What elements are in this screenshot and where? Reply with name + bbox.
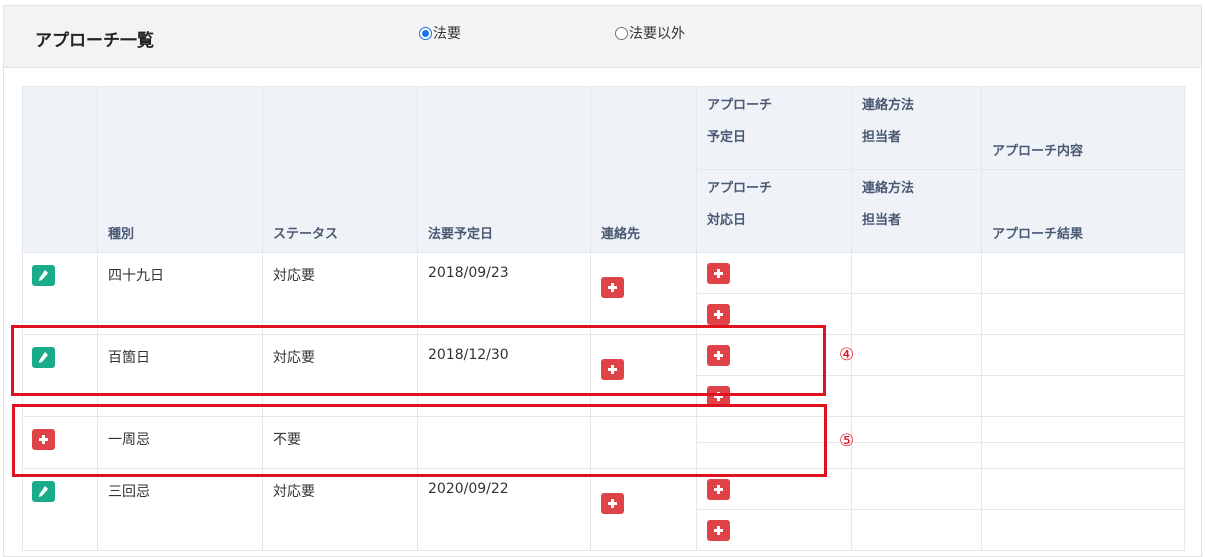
status-cell: 対応要	[262, 468, 418, 551]
page-title: アプローチ一覧	[35, 31, 154, 51]
col-contact: 連絡先	[590, 86, 697, 253]
method-cell	[851, 509, 982, 551]
action-cell	[22, 468, 98, 551]
method-cell	[851, 442, 982, 469]
add-approach-button[interactable]	[707, 479, 730, 500]
col-status: ステータス	[262, 86, 418, 253]
add-contact-button[interactable]	[601, 493, 624, 514]
col-action	[22, 86, 98, 253]
radio-houyou[interactable]: 法要	[419, 23, 461, 43]
date-cell: 2020/09/22	[417, 468, 591, 551]
col-approach-result: アプローチ結果	[981, 169, 1185, 253]
edit-button[interactable]	[32, 265, 55, 286]
col-approach-content: アプローチ内容	[981, 86, 1185, 170]
result-cell	[981, 375, 1185, 417]
col-approach-done: アプローチ 対応日	[696, 169, 852, 253]
add-approach-button[interactable]	[707, 304, 730, 325]
highlight-box-5	[12, 404, 827, 477]
col-method-top: 連絡方法 担当者	[851, 86, 982, 170]
radio-other[interactable]: 法要以外	[615, 23, 685, 43]
approach-done-cell	[696, 509, 852, 551]
radio-selected-icon[interactable]	[419, 26, 432, 40]
pencil-icon	[39, 270, 48, 281]
pencil-icon	[39, 486, 48, 497]
approach-planned-cell	[696, 252, 852, 294]
radio-unselected-icon[interactable]	[615, 26, 628, 40]
approach-table: 種別 ステータス 法要予定日 連絡先 アプローチ 予定日 連絡方法 担当者 アプ…	[22, 86, 1185, 551]
table-row: 四十九日 対応要 2018/09/23	[22, 252, 1185, 335]
method-cell	[851, 468, 982, 510]
highlight-box-4	[11, 325, 826, 396]
marker-4: ④	[839, 345, 855, 365]
panel-header: アプローチ一覧 法要 法要以外	[4, 6, 1201, 68]
marker-5: ⑤	[839, 431, 855, 451]
col-kind: 種別	[97, 86, 263, 253]
method-cell	[851, 375, 982, 417]
kind-cell: 三回忌	[97, 468, 263, 551]
content-cell	[981, 468, 1185, 510]
method-cell	[851, 293, 982, 335]
status-cell: 対応要	[262, 252, 418, 335]
radio-other-label: 法要以外	[629, 26, 685, 42]
method-cell	[851, 334, 982, 376]
add-contact-button[interactable]	[601, 277, 624, 298]
date-cell: 2018/09/23	[417, 252, 591, 335]
col-date: 法要予定日	[417, 86, 591, 253]
col-method-bottom: 連絡方法 担当者	[851, 169, 982, 253]
method-cell	[851, 416, 982, 443]
content-cell	[981, 416, 1185, 443]
col-approach-planned: アプローチ 予定日	[696, 86, 852, 170]
method-cell	[851, 252, 982, 294]
result-cell	[981, 509, 1185, 551]
content-cell	[981, 334, 1185, 376]
contact-cell	[590, 468, 697, 551]
result-cell	[981, 293, 1185, 335]
add-approach-button[interactable]	[707, 263, 730, 284]
result-cell	[981, 442, 1185, 469]
kind-cell: 四十九日	[97, 252, 263, 335]
edit-button[interactable]	[32, 481, 55, 502]
action-cell	[22, 252, 98, 335]
contact-cell	[590, 252, 697, 335]
content-cell	[981, 252, 1185, 294]
add-approach-button[interactable]	[707, 520, 730, 541]
radio-houyou-label: 法要	[433, 26, 461, 42]
